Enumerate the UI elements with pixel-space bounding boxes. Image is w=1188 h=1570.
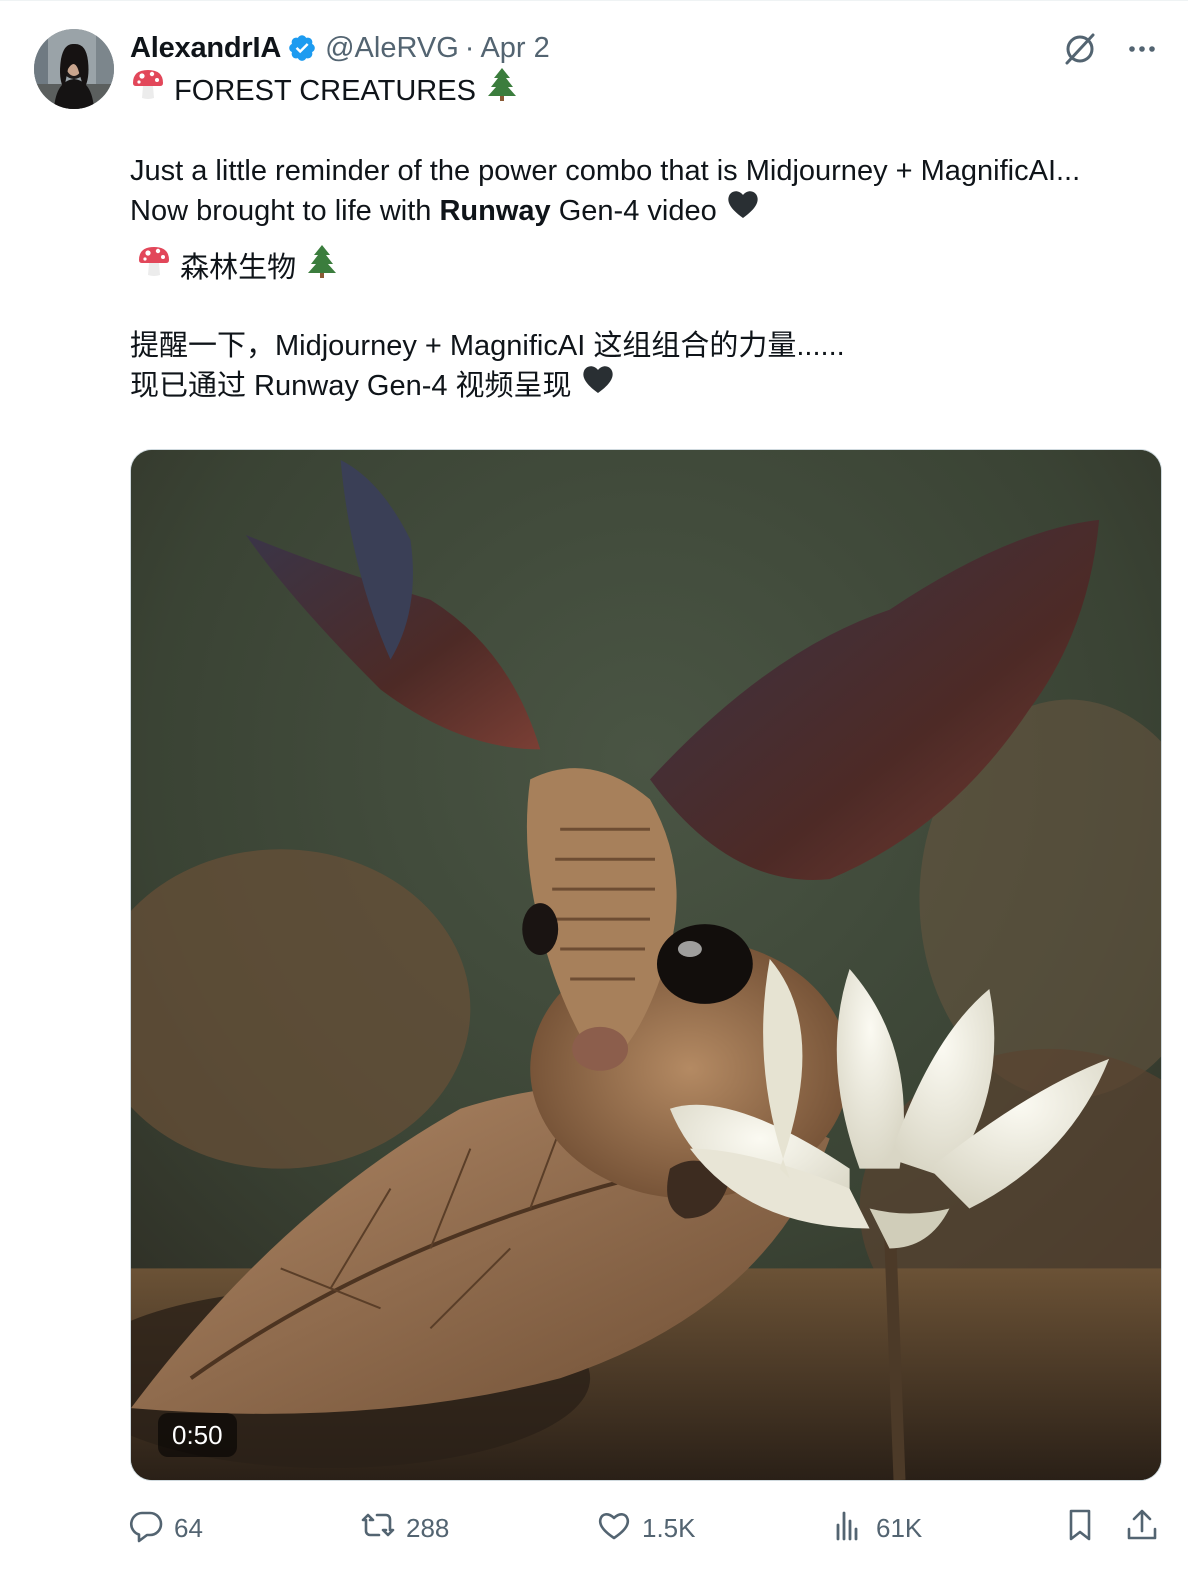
en-line-2-pre: Now brought to life with — [130, 195, 440, 227]
tweet-card[interactable]: AlexandrIA @AleRVG · Apr 2 FOREST CREATU… — [0, 0, 1188, 1570]
video-thumbnail — [131, 450, 1161, 1480]
avatar[interactable] — [34, 29, 114, 109]
more-icon[interactable] — [1124, 31, 1160, 67]
title-en-text: FOREST CREATURES — [174, 75, 476, 107]
like-count: 1.5K — [642, 1512, 696, 1543]
bookmark-button[interactable] — [1062, 1503, 1098, 1553]
bookmark-icon — [1062, 1507, 1098, 1550]
black-heart-emoji — [725, 186, 761, 233]
reply-icon — [128, 1507, 164, 1550]
zh-line-1: 提醒一下，Midjourney + MagnificAI 这组组合的力量....… — [130, 330, 845, 362]
author-handle[interactable]: @AleRVG — [325, 32, 459, 65]
zh-line-2: 现已通过 Runway Gen-4 视频呈现 — [130, 366, 1160, 408]
action-bar: 64 288 1.5K 61K — [128, 1503, 1168, 1553]
post-title-zh: 森林生物 — [130, 244, 1160, 290]
tweet-header: AlexandrIA @AleRVG · Apr 2 — [130, 29, 550, 67]
en-line-2-bold: Runway — [439, 195, 551, 227]
evergreen-tree-emoji — [484, 66, 520, 113]
evergreen-tree-emoji — [304, 243, 340, 290]
mushroom-emoji — [130, 66, 166, 113]
video-duration: 0:50 — [158, 1413, 237, 1457]
reply-button[interactable]: 64 — [128, 1503, 203, 1553]
zh-line-2-text: 现已通过 Runway Gen-4 视频呈现 — [130, 370, 572, 402]
views-icon — [830, 1507, 866, 1550]
reply-count: 64 — [174, 1512, 203, 1543]
separator-dot: · — [464, 31, 475, 64]
video-player[interactable] — [130, 449, 1162, 1481]
post-date[interactable]: Apr 2 — [480, 32, 549, 65]
repost-button[interactable]: 288 — [360, 1503, 449, 1553]
views-count: 61K — [876, 1512, 923, 1543]
top-actions — [1062, 31, 1160, 67]
share-button[interactable] — [1124, 1503, 1160, 1553]
repost-icon — [360, 1507, 396, 1550]
post-title-en: FOREST CREATURES — [130, 67, 1160, 113]
en-line-2-post: Gen-4 video — [550, 195, 717, 227]
post-body-en: Just a little reminder of the power comb… — [130, 151, 1160, 233]
like-button[interactable]: 1.5K — [596, 1503, 696, 1553]
avatar-image — [34, 29, 114, 109]
en-line-2: Now brought to life with Runway Gen-4 vi… — [130, 191, 1160, 233]
heart-icon — [596, 1507, 632, 1550]
grok-icon[interactable] — [1062, 31, 1098, 67]
title-zh-text: 森林生物 — [180, 252, 297, 284]
en-line-1: Just a little reminder of the power comb… — [130, 155, 1081, 187]
mushroom-emoji — [136, 243, 172, 290]
views-button[interactable]: 61K — [830, 1503, 922, 1553]
share-icon — [1124, 1507, 1160, 1550]
black-heart-emoji — [580, 361, 616, 408]
repost-count: 288 — [406, 1512, 450, 1543]
post-body-zh: 提醒一下，Midjourney + MagnificAI 这组组合的力量....… — [130, 326, 1160, 408]
author-name[interactable]: AlexandrIA — [130, 32, 281, 65]
verified-badge-icon — [287, 33, 317, 63]
